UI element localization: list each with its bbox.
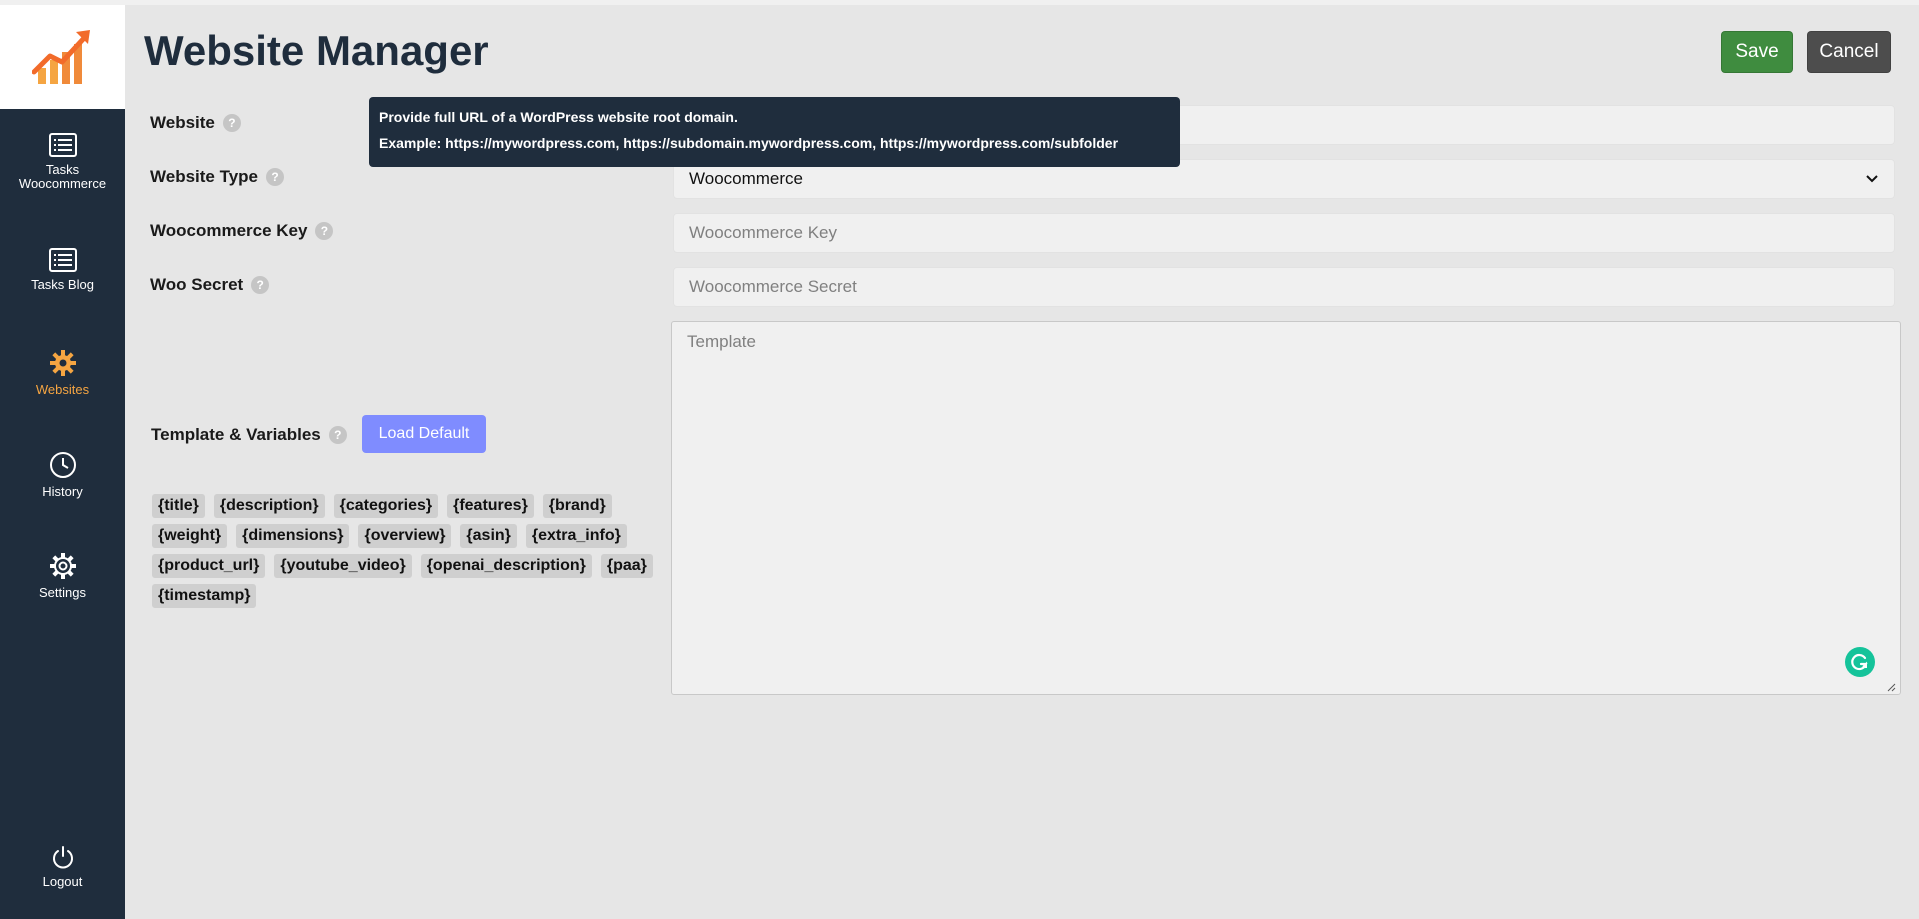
sidebar-item-label: History bbox=[42, 484, 83, 499]
variable-chip[interactable]: {openai_description} bbox=[420, 554, 592, 578]
load-default-button[interactable]: Load Default bbox=[362, 415, 486, 453]
variable-chip[interactable]: {dimensions} bbox=[236, 524, 350, 548]
website-label-text: Website bbox=[150, 113, 215, 132]
sidebar: Tasks Woocommerce Tasks Blog Websites Hi… bbox=[0, 5, 125, 919]
power-icon bbox=[52, 846, 73, 869]
grammarly-g-icon bbox=[1851, 653, 1868, 671]
help-icon[interactable]: ? bbox=[266, 168, 285, 186]
list-icon bbox=[48, 133, 77, 157]
website-label: Website ? bbox=[150, 113, 241, 133]
sidebar-item-settings[interactable]: Settings bbox=[0, 552, 125, 600]
template-variables-label: Template & Variables ? bbox=[151, 425, 347, 445]
help-icon[interactable]: ? bbox=[328, 426, 347, 444]
sidebar-item-tasks-blog[interactable]: Tasks Blog bbox=[0, 248, 125, 292]
variable-chip[interactable]: {asin} bbox=[460, 524, 517, 548]
sidebar-item-websites[interactable]: Websites bbox=[0, 349, 125, 397]
page-title: Website Manager bbox=[144, 27, 489, 74]
website-type-value: Woocommerce bbox=[689, 169, 803, 188]
growth-chart-logo-icon bbox=[31, 30, 90, 84]
woocommerce-key-label-text: Woocommerce Key bbox=[150, 221, 308, 240]
cancel-button[interactable]: Cancel bbox=[1807, 31, 1891, 73]
variable-chip[interactable]: {description} bbox=[213, 494, 325, 518]
help-icon[interactable]: ? bbox=[251, 276, 270, 294]
sidebar-item-label: Settings bbox=[39, 585, 86, 600]
gear-icon bbox=[49, 350, 76, 376]
variable-chips: {title} {description} {categories} {feat… bbox=[152, 494, 662, 608]
variable-chip[interactable]: {extra_info} bbox=[525, 524, 627, 548]
variable-chip[interactable]: {youtube_video} bbox=[274, 554, 412, 578]
variable-chip[interactable]: {features} bbox=[447, 494, 534, 518]
chevron-down-icon bbox=[1866, 175, 1878, 183]
help-icon[interactable]: ? bbox=[315, 222, 334, 240]
resize-handle-icon[interactable] bbox=[1886, 682, 1896, 692]
logout-label: Logout bbox=[42, 874, 83, 889]
woo-secret-label-text: Woo Secret bbox=[150, 275, 244, 294]
save-button[interactable]: Save bbox=[1721, 31, 1793, 73]
template-textarea[interactable] bbox=[671, 321, 1901, 695]
grammarly-icon[interactable] bbox=[1845, 647, 1875, 677]
clock-icon bbox=[49, 452, 76, 478]
template-variables-label-text: Template & Variables bbox=[151, 425, 321, 444]
sidebar-item-label: Woocommerce bbox=[18, 176, 107, 191]
variable-chip[interactable]: {title} bbox=[152, 494, 205, 518]
woocommerce-key-input[interactable] bbox=[673, 213, 1895, 253]
variable-chip[interactable]: {categories} bbox=[333, 494, 439, 518]
website-type-label-text: Website Type bbox=[150, 167, 259, 186]
woo-secret-label: Woo Secret ? bbox=[150, 275, 270, 295]
sidebar-item-label: Websites bbox=[35, 382, 90, 397]
woocommerce-key-label: Woocommerce Key ? bbox=[150, 221, 334, 241]
main-content: Website Manager Save Cancel Website ? We… bbox=[125, 5, 1919, 919]
sidebar-item-label: Tasks Blog bbox=[31, 277, 94, 292]
variable-chip[interactable]: {product_url} bbox=[152, 554, 266, 578]
sidebar-item-label: Tasks bbox=[45, 162, 80, 177]
website-help-tooltip: Provide full URL of a WordPress website … bbox=[369, 97, 1180, 167]
variable-chip[interactable]: {paa} bbox=[600, 554, 653, 578]
tooltip-line: Provide full URL of a WordPress website … bbox=[379, 109, 738, 125]
logo[interactable] bbox=[0, 5, 125, 109]
tooltip-line: Example: https://mywordpress.com, https:… bbox=[379, 135, 1119, 151]
sidebar-item-tasks-woocommerce[interactable]: Tasks Woocommerce bbox=[0, 133, 125, 191]
sidebar-item-history[interactable]: History bbox=[0, 451, 125, 499]
woo-secret-input[interactable] bbox=[673, 267, 1895, 307]
variable-chip[interactable]: {brand} bbox=[542, 494, 612, 518]
logout-button[interactable]: Logout bbox=[0, 845, 125, 889]
variable-chip[interactable]: {timestamp} bbox=[152, 584, 257, 608]
list-icon bbox=[48, 248, 77, 272]
help-icon[interactable]: ? bbox=[222, 114, 241, 132]
variable-chip[interactable]: {weight} bbox=[152, 524, 228, 548]
website-type-label: Website Type ? bbox=[150, 167, 285, 187]
variable-chip[interactable]: {overview} bbox=[358, 524, 452, 548]
gear-outline-icon bbox=[49, 553, 76, 579]
